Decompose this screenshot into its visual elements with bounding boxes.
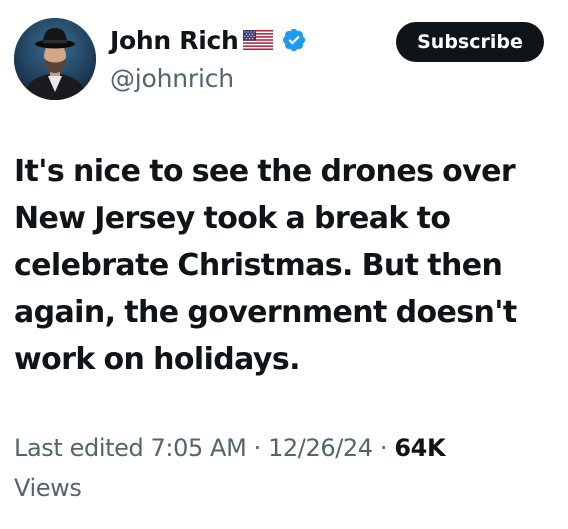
tweet-text: It's nice to see the drones over New Jer… xyxy=(14,148,554,383)
views-count: 64K xyxy=(394,434,446,462)
tweet-text-line: New Jersey took a break to xyxy=(14,201,451,236)
meta-separator: · xyxy=(372,434,395,462)
meta-line: Last edited 7:05 AM · 12/26/24 · 64K xyxy=(14,428,554,468)
name-row: John Rich xyxy=(110,22,307,58)
tweet-meta: Last edited 7:05 AM · 12/26/24 · 64K Vie… xyxy=(14,428,554,508)
tweet-text-line: work on holidays. xyxy=(14,342,300,377)
author-handle[interactable]: @johnrich xyxy=(110,64,307,93)
tweet-text-line: It's nice to see the drones over xyxy=(14,154,516,189)
tweet-card: John Rich @johnrich Subscribe It's nice … xyxy=(0,0,568,529)
avatar-image xyxy=(14,18,96,100)
edited-timestamp[interactable]: Last edited 7:05 AM · 12/26/24 xyxy=(14,434,373,462)
tweet-header: John Rich @johnrich Subscribe xyxy=(14,12,554,104)
tweet-text-line: again, the government doesn't xyxy=(14,295,517,330)
display-name[interactable]: John Rich xyxy=(110,26,239,55)
author-identity: John Rich @johnrich xyxy=(110,22,307,93)
us-flag-icon xyxy=(242,30,273,50)
subscribe-button[interactable]: Subscribe xyxy=(396,22,544,62)
avatar[interactable] xyxy=(14,18,96,100)
tweet-text-line: celebrate Christmas. But then xyxy=(14,248,503,283)
views-label: Views xyxy=(14,474,82,502)
verified-badge-icon xyxy=(281,27,307,53)
